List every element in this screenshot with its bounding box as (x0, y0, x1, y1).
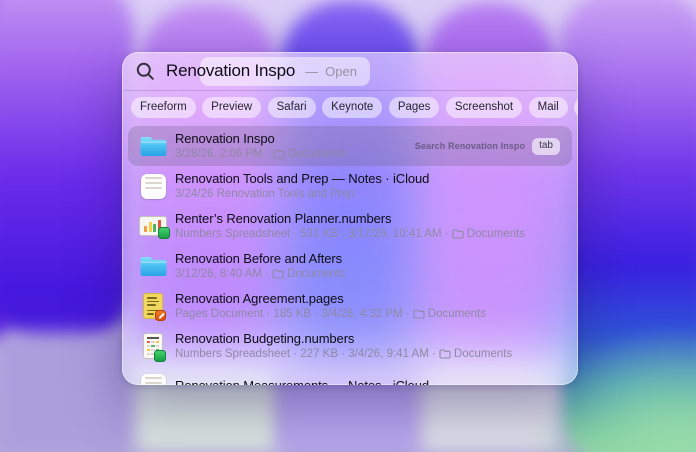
wallpaper-capsule (0, 0, 134, 352)
result-title: Renovation Inspo (175, 131, 346, 147)
filter-chip-row: Freeform Preview Safari Keynote Pages Sc… (122, 91, 578, 124)
row-action: Search Renovation Inspo tab (415, 138, 564, 155)
filter-chip-preview[interactable]: Preview (202, 97, 261, 118)
completion-action-label: Open (325, 64, 357, 79)
result-title: Renovation Before and Afters (175, 251, 345, 267)
result-row-renovation-tools-and-prep[interactable]: Renovation Tools and Prep — Notes · iClo… (128, 166, 572, 206)
result-subtitle: 3/12/26, 8:40 AM · Documents (175, 267, 345, 281)
result-title: Renovation Agreement.pages (175, 291, 486, 307)
result-title: Renovation Measurements — Notes · iCloud (175, 378, 429, 385)
completion-separator: — (305, 64, 318, 79)
wallpaper-stripe (0, 332, 140, 452)
spotlight-panel: Renovation Inspo — Open Freeform Preview… (122, 52, 578, 385)
result-title: Renovation Tools and Prep — Notes · iClo… (175, 171, 429, 187)
result-row-renters-renovation-planner[interactable]: Renter’s Renovation Planner.numbers Numb… (128, 206, 572, 246)
notes-icon (136, 374, 170, 386)
numbers-spreadsheet-icon (136, 216, 170, 236)
filter-chip-safari[interactable]: Safari (268, 97, 316, 118)
filter-chip-keynote[interactable]: Keynote (322, 97, 382, 118)
filter-chip-screenshot[interactable]: Screenshot (446, 97, 522, 118)
search-icon (136, 62, 155, 81)
tab-key-badge: tab (532, 138, 560, 155)
result-subtitle: 3/28/26, 2:06 PM · Documents (175, 147, 346, 161)
search-query-text: Renovation Inspo (166, 61, 295, 81)
filter-chip-pages[interactable]: Pages (389, 97, 440, 118)
filter-chip-mail[interactable]: Mail (529, 97, 568, 118)
result-title: Renovation Budgeting.numbers (175, 331, 512, 347)
result-subtitle: Numbers Spreadsheet · 227 KB · 3/4/26, 9… (175, 347, 512, 361)
documents-folder-icon (452, 229, 464, 239)
documents-folder-icon (439, 349, 451, 359)
result-subtitle: 3/24/26 Renovation Tools and Prep (175, 187, 429, 201)
desktop-background: Renovation Inspo — Open Freeform Preview… (0, 0, 696, 452)
results-list: Renovation Inspo 3/28/26, 2:06 PM · Docu… (122, 124, 578, 385)
blue-folder-icon (136, 134, 170, 158)
result-row-renovation-inspo[interactable]: Renovation Inspo 3/28/26, 2:06 PM · Docu… (128, 126, 572, 166)
result-title: Renter’s Renovation Planner.numbers (175, 211, 525, 227)
filter-chip-freeform[interactable]: Freeform (131, 97, 196, 118)
result-subtitle: Pages Document · 185 KB · 3/4/26, 4:32 P… (175, 307, 486, 321)
numbers-spreadsheet-icon (136, 333, 170, 359)
result-row-renovation-budgeting[interactable]: Renovation Budgeting.numbers Numbers Spr… (128, 326, 572, 366)
blue-folder-icon (136, 254, 170, 278)
result-row-renovation-measurements[interactable]: Renovation Measurements — Notes · iCloud (128, 366, 572, 385)
result-row-renovation-agreement[interactable]: Renovation Agreement.pages Pages Documen… (128, 286, 572, 326)
filter-chip-reminders[interactable]: Reminders (574, 97, 578, 118)
pages-document-icon (136, 293, 170, 319)
documents-folder-icon (272, 269, 284, 279)
result-row-renovation-before-and-afters[interactable]: Renovation Before and Afters 3/12/26, 8:… (128, 246, 572, 286)
action-hint-label: Search Renovation Inspo (415, 141, 525, 151)
documents-folder-icon (413, 309, 425, 319)
documents-folder-icon (273, 149, 285, 159)
search-input[interactable]: Renovation Inspo — Open (122, 52, 578, 90)
notes-icon (136, 174, 170, 199)
result-subtitle: Numbers Spreadsheet · 531 KB · 3/17/26, … (175, 227, 525, 241)
